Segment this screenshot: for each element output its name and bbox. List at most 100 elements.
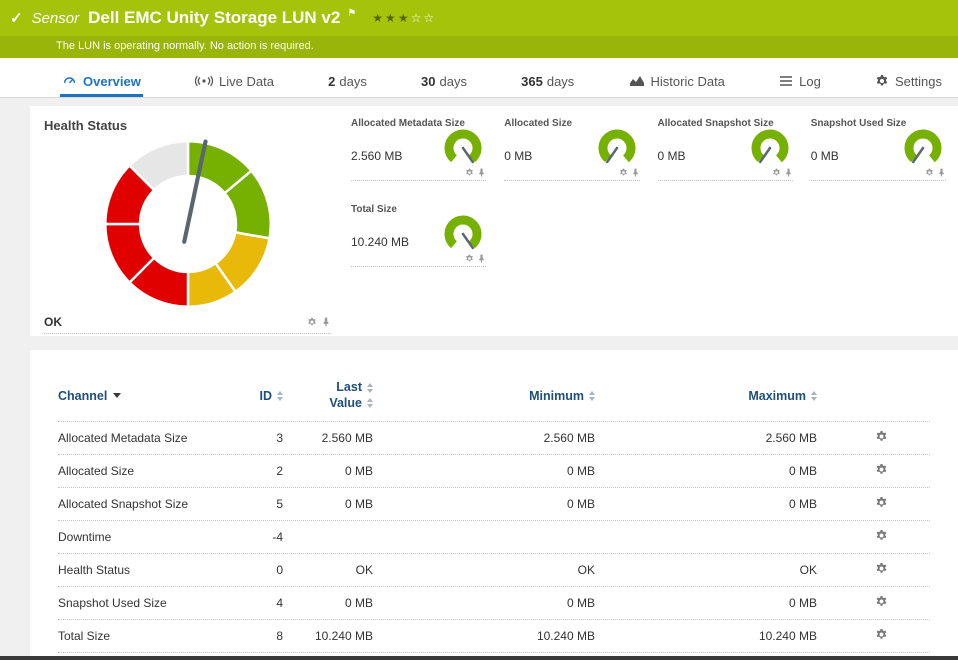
- column-header-maximum[interactable]: Maximum: [595, 389, 817, 403]
- divider: [657, 180, 793, 181]
- channel-id: 0: [276, 563, 283, 577]
- table-header: Channel ID Last Value Minimum Maximum: [58, 370, 930, 422]
- column-label: ID: [259, 388, 273, 403]
- pin-icon[interactable]: [937, 168, 946, 177]
- tab-number: 2: [328, 73, 336, 89]
- gear-icon[interactable]: [307, 317, 317, 327]
- mini-gauge: [904, 129, 942, 167]
- channel-last-value: 10.240 MB: [314, 629, 373, 643]
- column-label: Last: [336, 379, 362, 394]
- gauge-card-snapshot-used-size[interactable]: Snapshot Used Size 0 MB: [805, 106, 958, 192]
- table-row: Allocated Snapshot Size 5 0 MB 0 MB 0 MB: [58, 488, 930, 521]
- health-status-gauge: [103, 139, 272, 308]
- sensor-title: Dell EMC Unity Storage LUN v2: [88, 8, 341, 27]
- divider: [44, 333, 331, 334]
- tab-number: 30: [421, 73, 436, 89]
- channel-minimum: 0 MB: [566, 497, 595, 511]
- gauge-card-allocated-snapshot-size[interactable]: Allocated Snapshot Size 0 MB: [652, 106, 805, 192]
- channel-id: -4: [272, 530, 283, 544]
- tab-2-days[interactable]: 2 days: [326, 68, 369, 97]
- channel-gauges-grid: Allocated Metadata Size 2.560 MB Allocat…: [345, 106, 958, 336]
- tab-label: Log: [799, 73, 821, 89]
- channel-settings-gear-icon[interactable]: [875, 595, 888, 608]
- chart-icon: [629, 75, 645, 87]
- channel-settings-gear-icon[interactable]: [875, 628, 888, 641]
- column-header-channel[interactable]: Channel: [58, 389, 218, 403]
- divider: [351, 180, 487, 181]
- channel-name: Allocated Metadata Size: [58, 431, 188, 445]
- pin-icon[interactable]: [477, 254, 486, 263]
- table-row: Downtime -4: [58, 521, 930, 554]
- overview-panel: Health Status OK Allocated Metadata Size…: [30, 106, 958, 336]
- tab-settings[interactable]: Settings: [873, 68, 944, 97]
- column-header-id[interactable]: ID: [218, 389, 283, 403]
- column-header-last-value[interactable]: Last Value: [283, 380, 373, 411]
- pin-icon[interactable]: [477, 168, 486, 177]
- gauge-card-total-size[interactable]: Total Size 10.240 MB: [345, 192, 498, 278]
- tab-log[interactable]: Log: [777, 68, 823, 97]
- health-status-value: OK: [44, 315, 62, 329]
- channel-settings-gear-icon[interactable]: [875, 496, 888, 509]
- tab-label: Overview: [83, 73, 141, 89]
- speedometer-icon: [62, 74, 77, 89]
- bottom-divider: [0, 656, 958, 660]
- tab-historic-data[interactable]: Historic Data: [627, 68, 727, 97]
- gear-icon[interactable]: [465, 168, 474, 177]
- channel-settings-gear-icon[interactable]: [875, 430, 888, 443]
- health-status-label: Health Status: [44, 118, 128, 133]
- channel-minimum: 2.560 MB: [543, 431, 595, 445]
- gear-icon: [875, 74, 889, 88]
- gauge-label: Allocated Snapshot Size: [657, 118, 774, 129]
- channel-settings-gear-icon[interactable]: [875, 529, 888, 542]
- table-row: Snapshot Used Size 4 0 MB 0 MB 0 MB: [58, 587, 930, 620]
- tab-label: days: [546, 73, 575, 89]
- column-label: Minimum: [529, 388, 584, 403]
- tab-365-days[interactable]: 365 days: [519, 68, 576, 97]
- gear-icon[interactable]: [465, 254, 474, 263]
- gauge-label: Allocated Metadata Size: [351, 118, 465, 129]
- gauge-value: 2.560 MB: [351, 149, 403, 163]
- channel-maximum: 2.560 MB: [765, 431, 817, 445]
- column-label: Channel: [58, 388, 108, 403]
- divider: [504, 180, 640, 181]
- stars-filled[interactable]: ★★★: [372, 11, 410, 25]
- channel-maximum: 0 MB: [788, 596, 817, 610]
- sensor-status-message: The LUN is operating normally. No action…: [0, 36, 958, 58]
- gear-icon[interactable]: [772, 168, 781, 177]
- pin-icon[interactable]: [784, 168, 793, 177]
- table-row: Health Status 0 OK OK OK: [58, 554, 930, 587]
- gauge-value: 0 MB: [810, 149, 839, 163]
- tab-overview[interactable]: Overview: [60, 68, 143, 97]
- channel-settings-gear-icon[interactable]: [875, 562, 888, 575]
- channel-settings-gear-icon[interactable]: [875, 463, 888, 476]
- channel-id: 8: [276, 629, 283, 643]
- priority-stars[interactable]: ★★★☆☆: [372, 11, 436, 25]
- tab-label: days: [339, 73, 367, 89]
- gauge-card-allocated-size[interactable]: Allocated Size 0 MB: [498, 106, 651, 192]
- channel-id: 4: [276, 596, 283, 610]
- gauge-value: 10.240 MB: [351, 235, 410, 249]
- stars-empty[interactable]: ☆☆: [411, 11, 437, 25]
- pin-icon[interactable]: [321, 317, 331, 327]
- channel-name: Snapshot Used Size: [58, 596, 167, 610]
- mini-gauge: [444, 129, 482, 167]
- sort-icon: [811, 390, 817, 401]
- table-row: Allocated Size 2 0 MB 0 MB 0 MB: [58, 455, 930, 488]
- object-kind-label: Sensor: [31, 9, 80, 27]
- table-row: Allocated Metadata Size 3 2.560 MB 2.560…: [58, 422, 930, 455]
- tab-live-data[interactable]: Live Data: [193, 68, 276, 97]
- channel-maximum: 0 MB: [788, 464, 817, 478]
- channel-last-value: 2.560 MB: [321, 431, 373, 445]
- column-label: Maximum: [748, 388, 806, 403]
- gauge-card-allocated-metadata-size[interactable]: Allocated Metadata Size 2.560 MB: [345, 106, 498, 192]
- tab-30-days[interactable]: 30 days: [419, 68, 469, 97]
- gauge-value: 0 MB: [657, 149, 686, 163]
- channel-maximum: OK: [799, 563, 817, 577]
- gear-icon[interactable]: [619, 168, 628, 177]
- column-header-minimum[interactable]: Minimum: [373, 389, 595, 403]
- tab-label: Settings: [895, 73, 942, 89]
- pin-icon[interactable]: [631, 168, 640, 177]
- channel-last-value: 0 MB: [344, 596, 373, 610]
- gear-icon[interactable]: [925, 168, 934, 177]
- priority-flag-icon[interactable]: ⚑: [347, 8, 356, 19]
